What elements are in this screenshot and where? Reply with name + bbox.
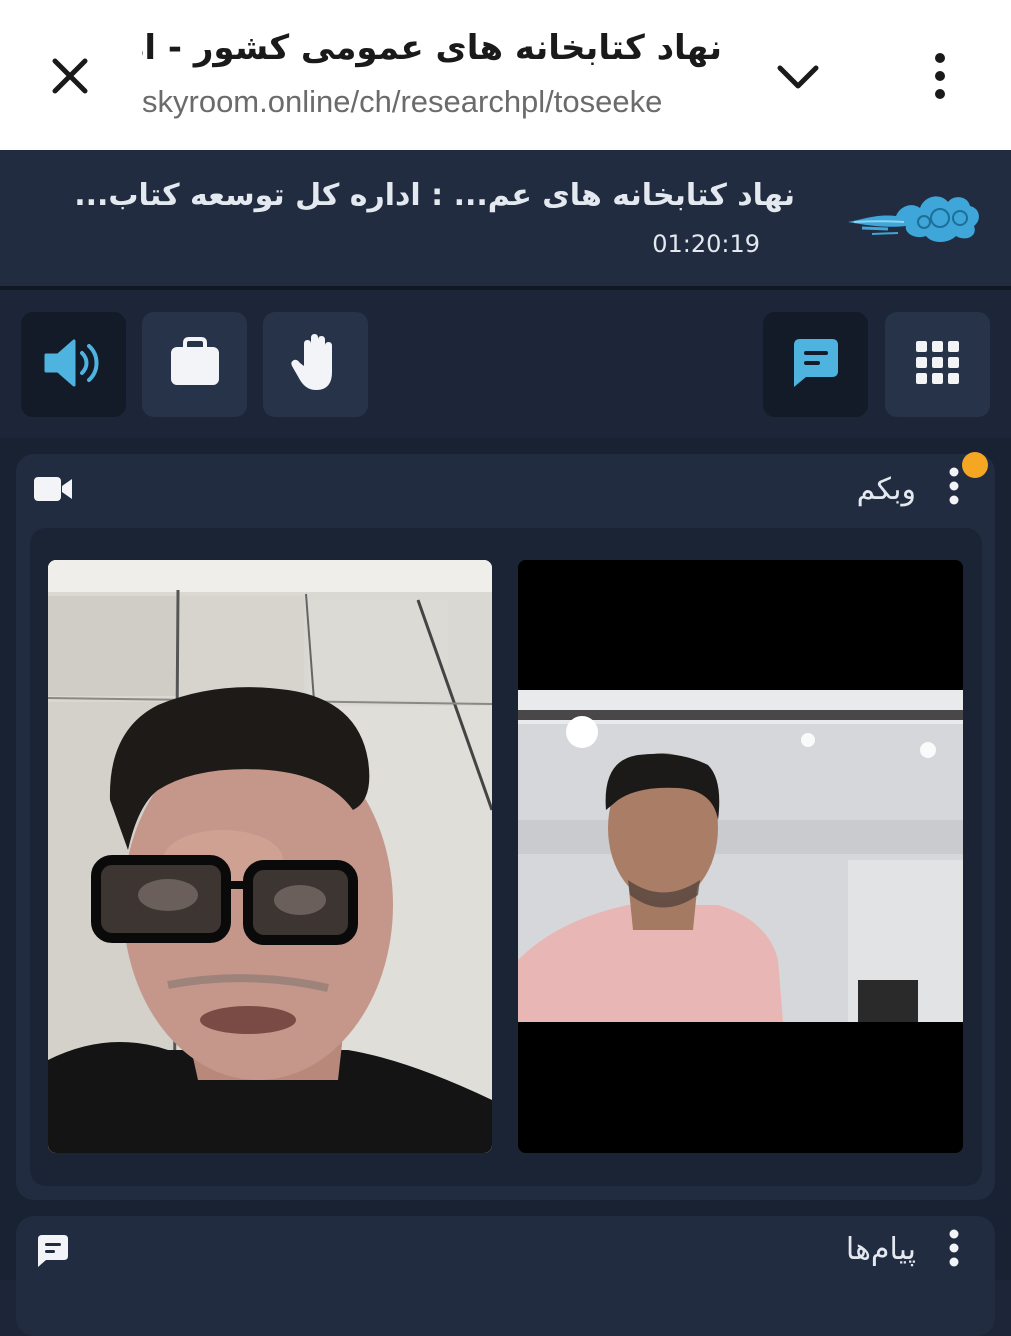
participant-video-left[interactable] [48,560,492,1153]
chevron-down-icon[interactable] [770,54,826,100]
grid-icon [914,339,962,391]
session-title: نهاد کتابخانه های عم... : اداره کل توسعه… [74,178,795,213]
participant-video-right[interactable] [518,560,963,1153]
session-timer: 01:20:19 [652,230,760,258]
chat-bubble-icon [34,1232,72,1270]
more-vertical-icon[interactable] [920,48,960,104]
skyroom-cloud-logo [848,188,982,248]
video-camera-icon [34,474,74,504]
apps-grid-button[interactable] [885,312,990,417]
browser-page-title: نهاد کتابخانه های عمومی کشور - اداره کل … [142,28,722,68]
more-vertical-icon[interactable] [944,466,964,506]
chat-bubble-icon [788,335,844,395]
hand-icon [288,332,344,398]
webcam-panel-title: وبکم [856,472,916,507]
briefcase-icon [167,336,223,393]
speaker-volume-icon [42,335,106,395]
close-icon[interactable] [40,46,100,106]
notification-dot [962,452,988,478]
browser-top-bar: نهاد کتابخانه های عمومی کشور - اداره کل … [0,0,1011,150]
messages-panel-title: پیام‌ها [845,1232,916,1267]
browser-url[interactable]: skyroom.online/ch/researchpl/toseeke [142,84,724,124]
chat-button[interactable] [763,312,868,417]
briefcase-button[interactable] [142,312,247,417]
raise-hand-button[interactable] [263,312,368,417]
speaker-button[interactable] [21,312,126,417]
more-vertical-icon[interactable] [944,1228,964,1268]
